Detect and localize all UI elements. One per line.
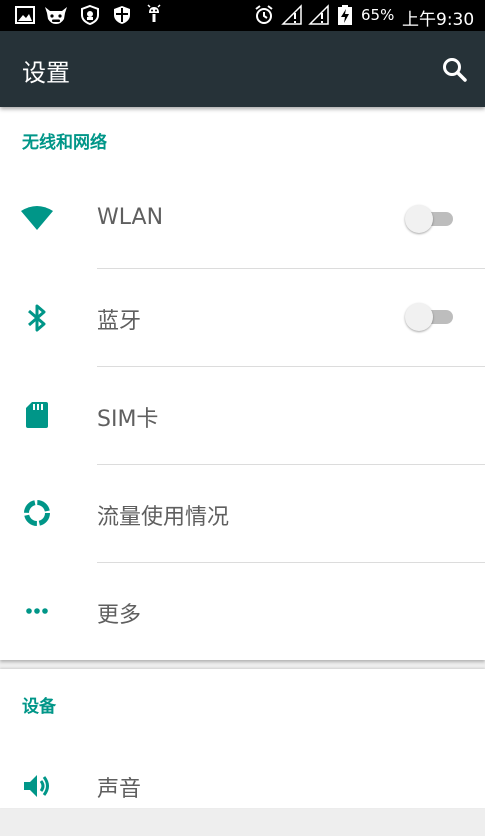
battery-percentage: 65% (361, 6, 395, 24)
cow-icon (45, 7, 67, 24)
page-title: 设置 (22, 59, 70, 87)
signal-icon (281, 4, 302, 25)
wireless-networks-card: 无线和网络 WLAN 蓝牙 SIM卡 流量使用情况 更多 (0, 107, 485, 660)
signal-icon (308, 4, 329, 25)
settings-item-data-usage[interactable]: 流量使用情况 (0, 465, 485, 563)
settings-item-wlan[interactable]: WLAN (0, 171, 485, 269)
bluetooth-toggle[interactable] (405, 303, 455, 331)
settings-item-more[interactable]: 更多 (0, 563, 485, 661)
image-icon (15, 6, 35, 24)
app-bar: 设置 (0, 31, 485, 107)
device-card: 设备 声音 (0, 669, 485, 808)
battery-charging-icon (338, 5, 352, 25)
section-header-device: 设备 (22, 697, 56, 717)
settings-item-label: 更多 (97, 603, 142, 628)
wifi-icon (21, 206, 53, 230)
settings-item-label: 声音 (97, 777, 142, 802)
settings-item-label: 蓝牙 (97, 309, 142, 334)
wlan-toggle[interactable] (405, 205, 455, 233)
search-button[interactable] (438, 53, 472, 87)
shield-icon (81, 4, 99, 26)
settings-item-label: SIM卡 (97, 407, 159, 432)
bluetooth-icon (28, 304, 46, 332)
alarm-icon (255, 5, 273, 24)
settings-item-label: WLAN (97, 205, 164, 230)
status-bar: 65% 上午9:30 (0, 0, 485, 31)
settings-item-bluetooth[interactable]: 蓝牙 (0, 269, 485, 367)
volume-icon (24, 775, 49, 797)
toggle-thumb (405, 205, 433, 233)
shield-icon (114, 6, 130, 24)
sim-card-icon (26, 402, 48, 428)
search-icon (443, 58, 467, 82)
settings-item-sim-card[interactable]: SIM卡 (0, 367, 485, 465)
more-icon (26, 608, 48, 614)
android-icon (147, 4, 161, 22)
settings-item-label: 流量使用情况 (97, 505, 230, 530)
section-header-wireless: 无线和网络 (22, 133, 107, 153)
clock: 上午9:30 (402, 10, 475, 30)
toggle-thumb (405, 303, 433, 331)
settings-item-sound[interactable]: 声音 (0, 738, 485, 836)
data-usage-icon (24, 500, 50, 526)
